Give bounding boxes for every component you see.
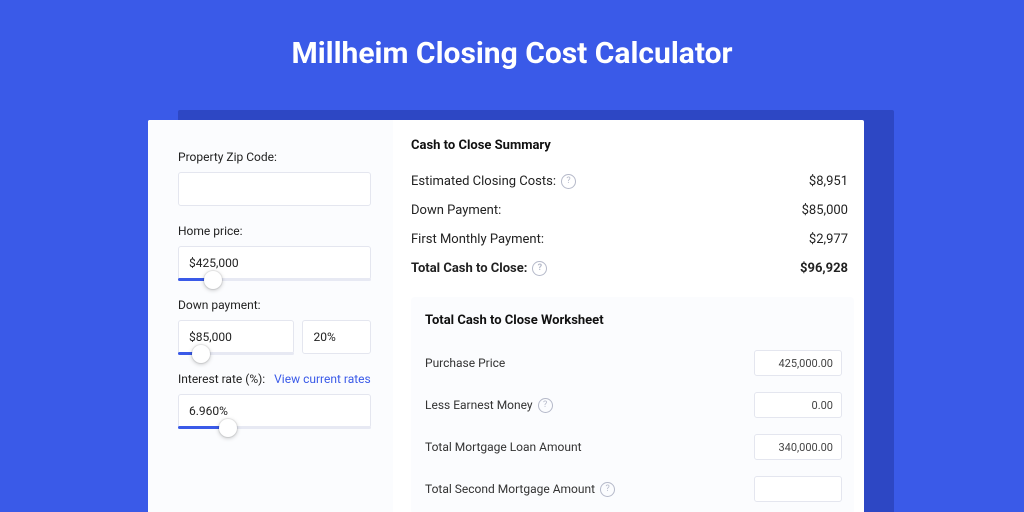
down-payment-slider-thumb[interactable] [192,345,210,363]
worksheet-label: Less Earnest Money [425,398,533,412]
page-title: Millheim Closing Cost Calculator [0,0,1024,71]
zip-input[interactable] [178,172,371,206]
calculator-card: Property Zip Code: Home price: $425,000 … [148,120,864,512]
summary-value: $8,951 [809,174,848,189]
summary-value: $2,977 [809,232,848,247]
worksheet-row-second-mortgage: Total Second Mortgage Amount ? [425,468,842,510]
help-icon[interactable]: ? [561,174,576,189]
down-payment-pct-field: 20% [302,320,371,354]
worksheet-label: Total Second Mortgage Amount [425,482,595,496]
help-icon[interactable]: ? [532,261,547,276]
worksheet-label: Purchase Price [425,356,505,370]
inputs-panel: Property Zip Code: Home price: $425,000 … [148,120,393,512]
home-price-label: Home price: [178,224,371,238]
summary-total-value: $96,928 [800,261,848,276]
summary-panel: Cash to Close Summary Estimated Closing … [393,120,864,512]
worksheet-row-purchase-price: Purchase Price 425,000.00 [425,342,842,384]
summary-label: Estimated Closing Costs: [411,174,556,189]
help-icon[interactable]: ? [600,482,615,497]
interest-rate-label: Interest rate (%): [178,372,265,386]
interest-rate-slider-thumb[interactable] [219,419,237,437]
home-price-slider-thumb[interactable] [204,271,222,289]
zip-label: Property Zip Code: [178,150,371,164]
summary-label: Down Payment: [411,203,501,218]
down-payment-label: Down payment: [178,298,371,312]
summary-row-first-payment: First Monthly Payment: $2,977 [411,225,854,254]
interest-rate-field: 6.960% [178,394,371,428]
summary-title: Cash to Close Summary [411,138,854,153]
view-rates-link[interactable]: View current rates [274,372,371,386]
worksheet-row-earnest-money: Less Earnest Money ? 0.00 [425,384,842,426]
worksheet-input-second-mortgage[interactable] [754,476,842,502]
summary-value: $85,000 [802,203,848,218]
down-payment-row: $85,000 20% [178,320,371,354]
summary-row-closing-costs: Estimated Closing Costs: ? $8,951 [411,167,854,196]
worksheet-title: Total Cash to Close Worksheet [425,313,842,328]
worksheet-label: Total Mortgage Loan Amount [425,440,582,454]
worksheet-input-purchase-price[interactable]: 425,000.00 [754,350,842,376]
interest-rate-label-row: Interest rate (%): View current rates [178,372,371,386]
worksheet-row-loan-amount: Total Mortgage Loan Amount 340,000.00 [425,426,842,468]
down-payment-amount-field: $85,000 [178,320,294,354]
summary-total-label: Total Cash to Close: [411,261,527,276]
worksheet-panel: Total Cash to Close Worksheet Purchase P… [411,297,854,512]
interest-rate-input[interactable]: 6.960% [178,394,371,428]
help-icon[interactable]: ? [538,398,553,413]
worksheet-input-earnest-money[interactable]: 0.00 [754,392,842,418]
summary-row-down-payment: Down Payment: $85,000 [411,196,854,225]
summary-label: First Monthly Payment: [411,232,544,247]
summary-row-total: Total Cash to Close: ? $96,928 [411,254,854,283]
down-payment-pct-input[interactable]: 20% [302,320,371,354]
worksheet-input-loan-amount[interactable]: 340,000.00 [754,434,842,460]
home-price-field: $425,000 [178,246,371,280]
